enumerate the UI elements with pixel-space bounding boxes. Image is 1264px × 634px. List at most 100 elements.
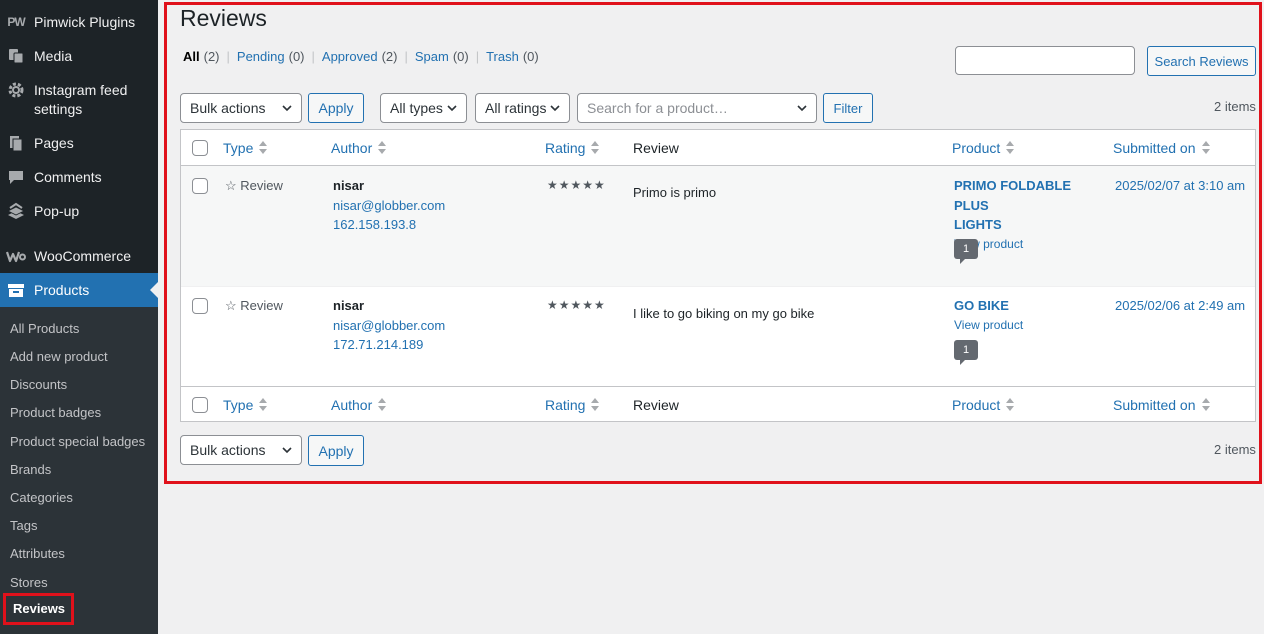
column-product[interactable]: Product (952, 140, 1015, 156)
column-product[interactable]: Product (952, 397, 1015, 413)
comments-icon (6, 168, 26, 186)
filter-all[interactable]: All (183, 49, 200, 64)
submenu-discounts[interactable]: Discounts (10, 377, 67, 392)
author-ip[interactable]: 172.71.214.189 (333, 335, 445, 355)
products-submenu: All Products Add new product Discounts P… (0, 307, 158, 634)
apply-button[interactable]: Apply (308, 93, 364, 123)
menu-label: Products (34, 281, 90, 298)
menu-label: Media (34, 48, 73, 64)
search-reviews-input[interactable] (955, 46, 1135, 75)
filter-button[interactable]: Filter (823, 93, 873, 123)
column-rating[interactable]: Rating (545, 397, 600, 413)
column-type[interactable]: Type (223, 397, 268, 413)
menu-media[interactable]: Media (0, 47, 158, 66)
chevron-down-icon (282, 105, 292, 112)
items-count-bottom: 2 items (1214, 442, 1256, 457)
review-text: Primo is primo (633, 185, 717, 200)
submenu-brands[interactable]: Brands (10, 462, 51, 477)
menu-woocommerce[interactable]: WooCommerce (0, 247, 158, 266)
rating-stars: ★★★★★ (547, 178, 606, 192)
sort-icon (259, 141, 268, 155)
table-footer: Type Author Rating Review Product Submit… (181, 386, 1255, 422)
filter-spam[interactable]: Spam (415, 49, 449, 64)
sort-icon (1201, 398, 1210, 412)
product-name[interactable]: LIGHTS (954, 215, 1104, 235)
products-icon (6, 281, 26, 299)
chevron-down-icon (447, 105, 457, 112)
submitted-date[interactable]: 2025/02/06 at 2:49 am (1115, 296, 1245, 316)
menu-pages[interactable]: Pages (0, 134, 158, 153)
submenu-all-products[interactable]: All Products (10, 321, 79, 336)
filter-count: (0) (522, 49, 539, 64)
woocommerce-icon (6, 247, 26, 265)
column-rating[interactable]: Rating (545, 140, 600, 156)
menu-products[interactable]: Products (0, 273, 158, 307)
row-checkbox[interactable] (192, 178, 208, 194)
apply-button-bottom[interactable]: Apply (308, 435, 364, 466)
filter-count: (0) (452, 49, 469, 64)
submenu-attributes[interactable]: Attributes (10, 546, 65, 561)
menu-label: Instagram feed settings (34, 82, 128, 117)
submenu-tags[interactable]: Tags (10, 518, 37, 533)
submenu-product-badges[interactable]: Product badges (10, 405, 101, 420)
column-type[interactable]: Type (223, 140, 268, 156)
sort-icon (591, 141, 600, 155)
submitted-date[interactable]: 2025/02/07 at 3:10 am (1115, 176, 1245, 196)
table-row: ☆ Review nisar nisar@globber.com 162.158… (181, 166, 1255, 286)
submenu-categories[interactable]: Categories (10, 490, 73, 505)
column-label: Author (331, 140, 373, 156)
filter-count: (0) (288, 49, 305, 64)
column-label: Submitted on (1113, 397, 1196, 413)
rating-filter-select[interactable]: All ratings (475, 93, 570, 123)
row-checkbox[interactable] (192, 298, 208, 314)
menu-pimwick-plugins[interactable]: PW Pimwick Plugins (0, 13, 158, 32)
filter-approved[interactable]: Approved (322, 49, 378, 64)
column-label: Submitted on (1113, 140, 1196, 156)
menu-instagram-feed-settings[interactable]: Instagram feed settings (0, 81, 158, 119)
select-all-checkbox[interactable] (192, 397, 208, 413)
view-product-link[interactable]: View product (954, 316, 1104, 336)
rating-stars: ★★★★★ (547, 298, 606, 312)
chevron-down-icon (282, 447, 292, 454)
submenu-stores[interactable]: Stores (10, 575, 48, 590)
author-email[interactable]: nisar@globber.com (333, 316, 445, 336)
column-label: Review (633, 140, 679, 156)
filter-pending[interactable]: Pending (237, 49, 285, 64)
submenu-product-special-badges[interactable]: Product special badges (10, 434, 145, 449)
column-label: Rating (545, 140, 586, 156)
filter-trash[interactable]: Trash (486, 49, 519, 64)
product-name[interactable]: PRIMO FOLDABLE PLUS (954, 176, 1104, 215)
product-search-select[interactable]: Search for a product… (577, 93, 817, 123)
submenu-add-new-product[interactable]: Add new product (10, 349, 108, 364)
menu-popup[interactable]: Pop-up (0, 202, 158, 221)
column-label: Type (223, 397, 254, 413)
bulk-actions-select-bottom[interactable]: Bulk actions (180, 435, 302, 465)
author-ip[interactable]: 162.158.193.8 (333, 215, 445, 235)
column-author[interactable]: Author (331, 140, 387, 156)
author-email[interactable]: nisar@globber.com (333, 196, 445, 216)
type-filter-select[interactable]: All types (380, 93, 467, 123)
select-value: Bulk actions (190, 100, 266, 116)
submenu-reviews[interactable]: Reviews (3, 593, 75, 625)
comment-count-bubble[interactable]: 1 (954, 239, 978, 264)
separator: | (404, 49, 408, 64)
select-all-checkbox[interactable] (192, 140, 208, 156)
menu-label: Pop-up (34, 203, 80, 219)
author-cell: nisar nisar@globber.com 172.71.214.189 (333, 296, 445, 355)
review-text: I like to go biking on my go bike (633, 306, 815, 321)
menu-label: Comments (34, 169, 102, 185)
column-author[interactable]: Author (331, 397, 387, 413)
author-cell: nisar nisar@globber.com 162.158.193.8 (333, 176, 445, 235)
author-name: nisar (333, 298, 365, 313)
column-submitted[interactable]: Submitted on (1113, 397, 1210, 413)
status-filter-links: All (2) | Pending (0) | Approved (2) | Spam… (183, 49, 539, 64)
sort-icon (1006, 398, 1015, 412)
menu-comments[interactable]: Comments (0, 168, 158, 187)
product-name[interactable]: GO BIKE (954, 296, 1104, 316)
author-name: nisar (333, 178, 365, 193)
column-submitted[interactable]: Submitted on (1113, 140, 1210, 156)
search-reviews-button[interactable]: Search Reviews (1147, 46, 1256, 76)
gear-icon (6, 81, 26, 99)
bulk-actions-select[interactable]: Bulk actions (180, 93, 302, 123)
comment-count-bubble[interactable]: 1 (954, 340, 978, 365)
